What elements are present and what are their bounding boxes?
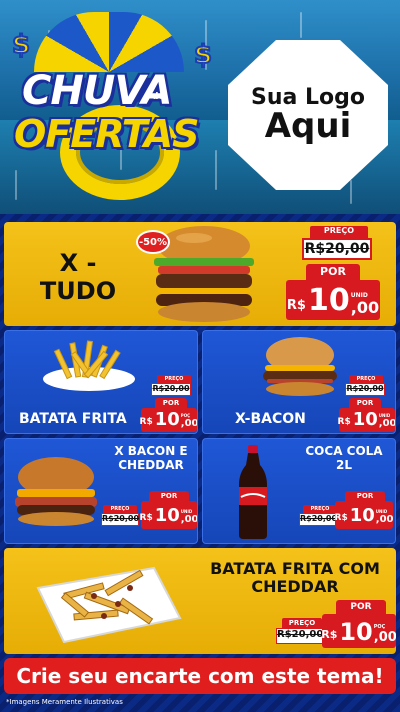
por-label: POR (345, 491, 385, 501)
old-price: R$20,00 (276, 628, 324, 644)
por-label: POR (336, 600, 386, 614)
product-card-x-bacon[interactable]: X-BACON PREÇO R$20,00 POR R$ 10 UNID ,00 (202, 330, 396, 434)
product-title-line1: X BACON E (114, 444, 188, 458)
new-price: R$ 10 POÇ ,00 (321, 614, 396, 648)
currency-symbol: R$ (334, 513, 348, 523)
currency-symbol: R$ (139, 513, 153, 523)
umbrella-icon (34, 12, 184, 72)
product-card-coca-cola[interactable]: COCA COLA 2L PREÇO R$20,00 POR R$ 10 UNI… (202, 438, 396, 544)
brand-title-line2: OFERTAS (14, 112, 200, 156)
price-label: PREÇO (310, 226, 368, 238)
header-banner: $ $ CHUVA de OFERTAS Sua Logo Aqui (0, 0, 400, 214)
product-title-line2: 2L (336, 457, 352, 472)
old-price: R$20,00 (151, 383, 191, 396)
product-title: X-BACON (235, 411, 306, 427)
por-label: POR (306, 264, 360, 280)
logo-placeholder[interactable]: Sua Logo Aqui (228, 40, 388, 190)
por-label: POR (349, 398, 381, 408)
price-cents: ,00 (375, 514, 394, 525)
price-main: 10 (352, 409, 378, 430)
disclaimer-text: *Imagens Meramente Ilustrativas (6, 698, 123, 706)
new-price: R$ 10 POÇ ,00 (139, 408, 198, 432)
dollar-icon: $ (193, 39, 213, 71)
logo-text-line2: Aqui (264, 105, 352, 146)
product-title-line2: CHEDDAR (118, 457, 184, 472)
price-label: PREÇO (103, 505, 137, 513)
product-card-x-bacon-cheddar[interactable]: X BACON E CHEDDAR PREÇO R$20,00 POR R$ 1… (4, 438, 198, 544)
burger-image (263, 337, 337, 396)
currency-symbol: R$ (139, 417, 153, 427)
price-cents: ,00 (180, 418, 198, 429)
currency-symbol: R$ (286, 298, 306, 313)
product-card-batata-cheddar[interactable]: BATATA FRITA COM CHEDDAR PREÇO R$20,00 P… (4, 548, 396, 654)
flyer: $ $ CHUVA de OFERTAS Sua Logo Aqui X - T… (0, 0, 400, 712)
old-price: R$20,00 (299, 513, 337, 526)
brand-title-small: de (152, 92, 165, 102)
price-main: 10 (339, 618, 373, 646)
price-main: 10 (307, 283, 350, 318)
discount-badge: -50% (136, 230, 170, 254)
por-label: POR (155, 398, 187, 408)
product-title-line1: BATATA FRITA COM (210, 559, 380, 578)
price-label: PREÇO (303, 505, 337, 513)
currency-symbol: R$ (321, 628, 338, 641)
product-card-batata-frita[interactable]: BATATA FRITA PREÇO R$20,00 POR R$ 10 POÇ… (4, 330, 198, 434)
price-cents: ,00 (350, 298, 380, 317)
brand-title-line1: CHUVA (22, 68, 173, 114)
old-price: R$20,00 (345, 383, 385, 396)
price-cents: ,00 (180, 514, 198, 525)
price-label: PREÇO (349, 375, 383, 383)
por-label: POR (149, 491, 189, 501)
product-title: BATATA FRITA (19, 411, 127, 427)
price-label: PREÇO (157, 375, 191, 383)
new-price: R$ 10 UNID ,00 (334, 501, 394, 529)
burger-image (15, 457, 97, 526)
dollar-icon: $ (11, 29, 31, 61)
fries-plate-image (36, 566, 182, 644)
product-title-line1: COCA COLA (305, 444, 383, 458)
featured-product-card[interactable]: X - TUDO -50% PREÇO R$20,00 POR R$ 10 UN… (4, 222, 396, 326)
product-title-line2: TUDO (39, 276, 117, 305)
soda-bottle-image (239, 445, 267, 539)
price-cents: ,00 (373, 630, 396, 645)
product-title-line2: CHEDDAR (251, 577, 339, 597)
price-main: 10 (154, 409, 180, 430)
new-price: R$ 10 UNID ,00 (337, 408, 396, 432)
currency-symbol: R$ (337, 417, 351, 427)
fries-image (43, 340, 135, 391)
old-price: R$20,00 (302, 238, 372, 260)
new-price: R$ 10 UNID ,00 (286, 280, 380, 320)
product-title-line1: X - (59, 249, 97, 277)
price-main: 10 (154, 505, 180, 526)
price-cents: ,00 (378, 418, 396, 429)
old-price: R$20,00 (101, 513, 139, 526)
price-main: 10 (349, 505, 375, 526)
cta-banner[interactable]: Crie seu encarte com este tema! (4, 658, 396, 694)
price-label: PREÇO (282, 618, 322, 628)
new-price: R$ 10 UNID ,00 (139, 501, 198, 529)
